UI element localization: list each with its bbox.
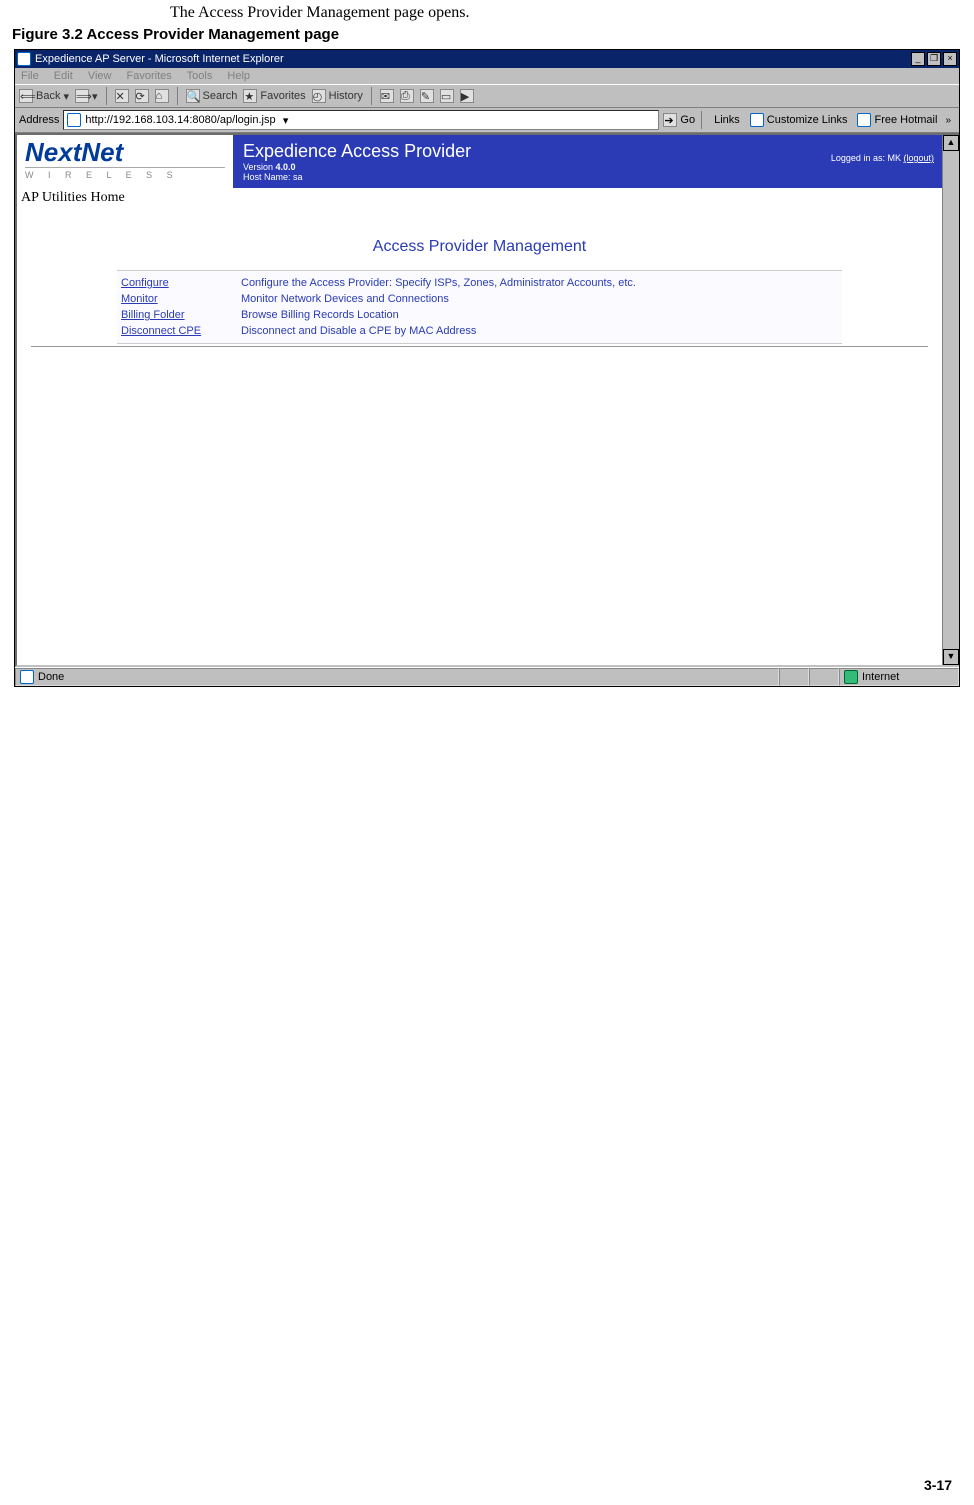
go-button[interactable]: ➔Go [663, 113, 695, 127]
close-button[interactable]: × [943, 52, 957, 66]
link-hotmail[interactable]: Free Hotmail [857, 113, 937, 127]
page-header: NextNet W I R E L E S S Expedience Acces… [17, 135, 942, 188]
logo-text: NextNet [25, 139, 225, 165]
page-number: 3-17 [10, 1477, 952, 1493]
discuss-icon[interactable]: ▭ [440, 89, 454, 103]
links-overflow[interactable]: » [941, 115, 955, 126]
back-button[interactable]: ⟸Back▾ [19, 89, 69, 103]
menu-view[interactable]: View [88, 70, 112, 82]
address-bar: Address http://192.168.103.14:8080/ap/lo… [15, 108, 959, 133]
scroll-down-button[interactable]: ▼ [943, 649, 959, 665]
stop-icon[interactable]: ✕ [115, 89, 129, 103]
toolbar: ⟸Back▾ ⟹▾ ✕ ⟳ ⌂ 🔍Search ★Favorites ◴Hist… [15, 84, 959, 108]
menu-favorites[interactable]: Favorites [127, 70, 172, 82]
web-page: NextNet W I R E L E S S Expedience Acces… [17, 135, 942, 665]
forward-icon: ⟹ [75, 89, 89, 103]
status-bar: Done Internet [15, 667, 959, 686]
links-label: Links [714, 114, 740, 126]
management-links-table: Configure Configure the Access Provider:… [117, 270, 842, 344]
logged-in-label: Logged in as: [831, 153, 885, 163]
version-value: 4.0.0 [276, 162, 296, 172]
back-icon: ⟸ [19, 89, 33, 103]
window-title: Expedience AP Server - Microsoft Interne… [35, 53, 284, 65]
link-configure[interactable]: Configure [121, 277, 241, 289]
desc-monitor: Monitor Network Devices and Connections [241, 293, 838, 305]
menu-tools[interactable]: Tools [187, 70, 213, 82]
history-icon: ◴ [312, 89, 326, 103]
logo-block: NextNet W I R E L E S S [17, 135, 233, 188]
print-icon[interactable]: ⎙ [400, 89, 414, 103]
home-icon[interactable]: ⌂ [155, 89, 169, 103]
link-billing[interactable]: Billing Folder [121, 309, 241, 321]
toolbar-separator [371, 87, 372, 105]
toolbar-separator [106, 87, 107, 105]
search-button[interactable]: 🔍Search [186, 89, 238, 103]
link-customize[interactable]: Customize Links [750, 113, 848, 127]
favorites-button[interactable]: ★Favorites [243, 89, 305, 103]
figure-label: Figure 3.2 Access Provider Management pa… [12, 26, 964, 43]
menu-bar: File Edit View Favorites Tools Help [15, 68, 959, 84]
address-dropdown-icon[interactable]: ▾ [280, 114, 292, 127]
link-icon [750, 113, 764, 127]
link-icon [857, 113, 871, 127]
history-button[interactable]: ◴History [312, 89, 363, 103]
desc-disconnect: Disconnect and Disable a CPE by MAC Addr… [241, 325, 838, 337]
page-status-icon [20, 670, 34, 684]
address-input[interactable]: http://192.168.103.14:8080/ap/login.jsp … [63, 110, 659, 130]
ie-window: Expedience AP Server - Microsoft Interne… [15, 50, 959, 686]
link-disconnect[interactable]: Disconnect CPE [121, 325, 241, 337]
scroll-up-button[interactable]: ▲ [943, 135, 959, 151]
breadcrumb-home[interactable]: AP Utilities Home [17, 188, 942, 208]
toolbar-separator [177, 87, 178, 105]
viewport: NextNet W I R E L E S S Expedience Acces… [15, 133, 959, 667]
logged-in-user: MK [887, 153, 901, 163]
realplayer-icon[interactable]: ▶ [460, 89, 474, 103]
status-text: Done [38, 671, 64, 683]
edit-icon[interactable]: ✎ [420, 89, 434, 103]
search-icon: 🔍 [186, 89, 200, 103]
minimize-button[interactable]: _ [911, 52, 925, 66]
maximize-button[interactable]: ❐ [927, 52, 941, 66]
zone-icon [844, 670, 858, 684]
favorites-icon: ★ [243, 89, 257, 103]
window-titlebar: Expedience AP Server - Microsoft Interne… [15, 50, 959, 68]
divider [31, 346, 928, 347]
vertical-scrollbar[interactable]: ▲ ▼ [942, 135, 959, 665]
zone-label: Internet [862, 671, 899, 683]
forward-button[interactable]: ⟹▾ [75, 89, 98, 103]
header-banner: Expedience Access Provider Version 4.0.0… [233, 135, 942, 188]
menu-file[interactable]: File [21, 70, 39, 82]
address-url: http://192.168.103.14:8080/ap/login.jsp [85, 114, 275, 126]
status-cell [809, 668, 839, 686]
page-icon [67, 113, 81, 127]
go-icon: ➔ [663, 113, 677, 127]
version-label: Version [243, 162, 276, 172]
screenshot-frame: Expedience AP Server - Microsoft Interne… [14, 49, 960, 687]
desc-configure: Configure the Access Provider: Specify I… [241, 277, 838, 289]
figure-caption-text: The Access Provider Management page open… [170, 4, 964, 22]
menu-edit[interactable]: Edit [54, 70, 73, 82]
link-monitor[interactable]: Monitor [121, 293, 241, 305]
logo-subtext: W I R E L E S S [25, 167, 225, 180]
host-label: Host Name: sa [243, 172, 932, 182]
logout-link[interactable]: (logout) [903, 153, 934, 163]
app-title: Expedience Access Provider [243, 141, 932, 162]
desc-billing: Browse Billing Records Location [241, 309, 838, 321]
mail-icon[interactable]: ✉ [380, 89, 394, 103]
menu-help[interactable]: Help [227, 70, 250, 82]
toolbar-separator [701, 111, 702, 129]
section-title: Access Provider Management [17, 238, 942, 256]
status-cell [779, 668, 809, 686]
ie-logo-icon [17, 52, 31, 66]
address-label: Address [19, 114, 59, 126]
refresh-icon[interactable]: ⟳ [135, 89, 149, 103]
